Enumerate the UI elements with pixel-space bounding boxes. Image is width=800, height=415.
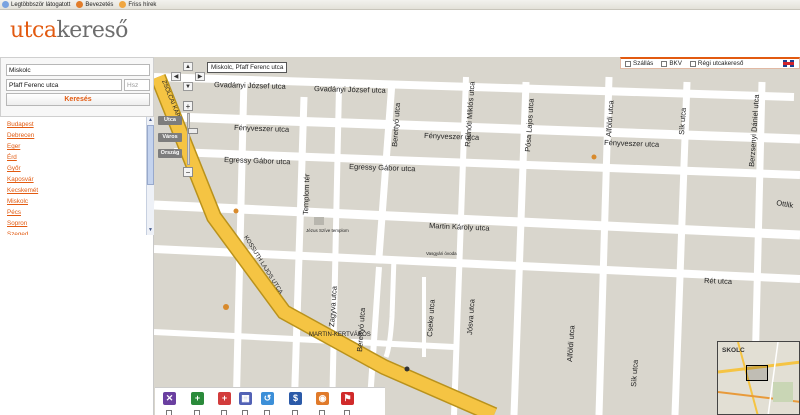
zoom-level-street[interactable]: Utca bbox=[158, 116, 182, 125]
layer-toggles: Szállás BKV Régi utcakereső bbox=[620, 57, 800, 69]
poi-label: Vasgyári óvoda bbox=[426, 251, 457, 256]
layer-bkv[interactable]: BKV bbox=[657, 60, 686, 67]
app-window: Legtöbbször látogatott Bevezetés Friss h… bbox=[0, 0, 800, 415]
restaurant-icon[interactable]: ✕ bbox=[163, 392, 176, 405]
logo-part1: utca bbox=[10, 18, 57, 43]
layer-label: Régi utcakereső bbox=[697, 60, 744, 67]
pan-right-icon[interactable]: ▶ bbox=[195, 72, 205, 81]
scroll-up-icon[interactable]: ▲ bbox=[147, 117, 154, 124]
city-link[interactable]: Eger bbox=[7, 143, 20, 150]
school-icon[interactable]: ⚑ bbox=[341, 392, 354, 405]
poi-checkbox[interactable] bbox=[319, 410, 325, 415]
city-link[interactable]: Budapest bbox=[7, 121, 34, 128]
bookmark-label: Friss hírek bbox=[128, 1, 157, 8]
firefox-icon bbox=[76, 1, 84, 8]
hospital-icon[interactable]: + bbox=[218, 392, 231, 405]
hotel-icon[interactable]: ▦ bbox=[239, 392, 252, 405]
city-link[interactable]: Miskolc bbox=[7, 198, 28, 205]
city-input[interactable]: Miskolc bbox=[6, 64, 150, 76]
street-label: Gvadányi József utca bbox=[314, 84, 387, 95]
bookmark-label: Legtöbbször látogatott bbox=[11, 1, 71, 8]
city-link[interactable]: Sopron bbox=[7, 220, 27, 227]
location-tooltip: Miskolc, Pfaff Ferenc utca bbox=[207, 62, 288, 73]
bookmark-news[interactable]: Friss hírek bbox=[119, 1, 156, 8]
city-link[interactable]: Kaposvár bbox=[7, 176, 34, 183]
layer-old-search[interactable]: Régi utcakereső bbox=[686, 60, 748, 67]
street-label: Rét utca bbox=[704, 276, 733, 286]
bookmarks-bar: Legtöbbször látogatott Bevezetés Friss h… bbox=[0, 0, 800, 10]
poi-marker bbox=[404, 366, 410, 372]
logo-part2: kereső bbox=[56, 18, 128, 43]
city-link[interactable]: Kecskemét bbox=[7, 187, 38, 194]
city-blocks bbox=[154, 57, 800, 415]
checkbox[interactable] bbox=[661, 60, 668, 67]
city-list: Budapest Debrecen Eger Érd Győr Kaposvár… bbox=[0, 117, 154, 235]
parking-icon[interactable]: ↺ bbox=[261, 392, 274, 405]
layer-label: BKV bbox=[669, 60, 682, 67]
minimap-viewport[interactable] bbox=[746, 365, 768, 381]
pharmacy-icon[interactable]: + bbox=[191, 392, 204, 405]
pan-left-icon[interactable]: ◀ bbox=[171, 72, 181, 81]
bookmark-icon bbox=[2, 1, 9, 8]
poi-checkbox[interactable] bbox=[221, 410, 227, 415]
city-list-scrollbar[interactable]: ▲ ▼ bbox=[146, 117, 154, 235]
rss-icon bbox=[119, 1, 127, 8]
layer-label: Szállás bbox=[633, 60, 654, 67]
pan-down-icon[interactable]: ▼ bbox=[183, 82, 193, 91]
uk-flag-icon[interactable] bbox=[783, 60, 794, 67]
bookmark-intro[interactable]: Bevezetés bbox=[76, 1, 113, 8]
zoom-level-country[interactable]: Ország bbox=[158, 149, 182, 158]
layer-accommodation[interactable]: Szállás bbox=[621, 60, 657, 67]
street-label: Templom tér bbox=[301, 173, 311, 215]
minimap-label: SKOLC bbox=[722, 347, 745, 354]
bookmark-most-visited[interactable]: Legtöbbször látogatott bbox=[2, 1, 70, 8]
poi-checkbox[interactable] bbox=[344, 410, 350, 415]
city-link[interactable]: Pécs bbox=[7, 209, 21, 216]
site-logo[interactable]: utcakereső bbox=[10, 18, 128, 43]
district-label: MARTIN-KERTVÁROS bbox=[309, 331, 371, 338]
poi-checkbox[interactable] bbox=[264, 410, 270, 415]
bookmark-label: Bevezetés bbox=[85, 1, 114, 8]
street-input[interactable]: Pfaff Ferenc utca bbox=[6, 79, 122, 91]
site-header: utcakereső bbox=[0, 10, 800, 57]
poi-checkbox[interactable] bbox=[292, 410, 298, 415]
zoom-control: + − bbox=[183, 101, 198, 177]
pan-up-icon[interactable]: ▲ bbox=[183, 62, 193, 71]
bank-icon[interactable]: $ bbox=[289, 392, 302, 405]
poi-marker bbox=[233, 208, 239, 214]
zoom-in-button[interactable]: + bbox=[183, 101, 193, 111]
house-number-input[interactable]: Hsz bbox=[124, 79, 150, 91]
city-link[interactable]: Szeged bbox=[7, 231, 28, 235]
church-icon bbox=[314, 217, 324, 225]
scroll-thumb[interactable] bbox=[147, 125, 154, 185]
street-label: Gvadányi József utca bbox=[214, 80, 287, 91]
zoom-slider-thumb[interactable] bbox=[188, 128, 198, 134]
map-svg: Gvadányi József utca Gvadányi József utc… bbox=[154, 57, 800, 415]
zoom-out-button[interactable]: − bbox=[183, 167, 193, 177]
sidebar-panel: Miskolc Pfaff Ferenc utca Hsz Keresés Bu… bbox=[0, 57, 154, 415]
pan-control: ▲ ◀ ▶ ▼ bbox=[169, 62, 209, 92]
poi-marker bbox=[591, 154, 597, 160]
poi-marker bbox=[223, 304, 229, 310]
search-button[interactable]: Keresés bbox=[6, 93, 150, 106]
poi-checkbox[interactable] bbox=[194, 410, 200, 415]
city-link[interactable]: Érd bbox=[7, 154, 17, 161]
poi-toolbar: ✕ + + ▦ ↺ $ ◉ ⚑ bbox=[155, 387, 385, 415]
poi-checkbox[interactable] bbox=[242, 410, 248, 415]
zoom-level-city[interactable]: Város bbox=[158, 133, 182, 142]
search-box: Miskolc Pfaff Ferenc utca Hsz Keresés bbox=[0, 57, 154, 117]
overview-minimap[interactable]: SKOLC bbox=[717, 341, 800, 415]
city-link[interactable]: Debrecen bbox=[7, 132, 34, 139]
zoom-slider[interactable] bbox=[187, 113, 198, 165]
checkbox[interactable] bbox=[689, 60, 696, 67]
city-link[interactable]: Győr bbox=[7, 165, 21, 172]
scroll-down-icon[interactable]: ▼ bbox=[147, 227, 154, 234]
poi-label: Jézus Szíve templom bbox=[306, 228, 349, 233]
map-canvas[interactable]: Gvadányi József utca Gvadányi József utc… bbox=[154, 57, 800, 415]
fuel-icon[interactable]: ◉ bbox=[316, 392, 329, 405]
checkbox[interactable] bbox=[625, 60, 631, 67]
poi-checkbox[interactable] bbox=[166, 410, 172, 415]
